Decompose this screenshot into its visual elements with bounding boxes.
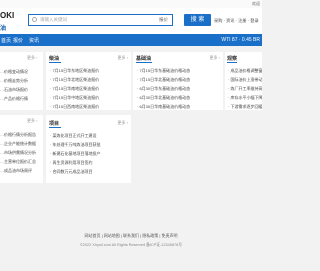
- logo-subtext: 油: [0, 26, 7, 32]
- nav-item-home[interactable]: 首页: [1, 37, 11, 44]
- list-item[interactable]: …主营单位报价汇总: [0, 159, 42, 165]
- logo-text[interactable]: OKI: [0, 11, 14, 20]
- list-item[interactable]: · 6月30日华南基础油价格动态: [137, 104, 222, 110]
- top-strip: 欢迎: [0, 0, 262, 8]
- list-item[interactable]: · 7月15日华北基础油价格动态: [137, 77, 222, 83]
- title-underline: [136, 62, 152, 63]
- title-underline: [49, 62, 61, 63]
- title-underline: [227, 62, 237, 63]
- nav-item-price[interactable]: 报价: [13, 37, 23, 44]
- list-item[interactable]: · 国际油价上涨带动市场情绪: [228, 77, 262, 83]
- panel-projects: 项目 更多 › · 某炼化项目正式开工建设 · 年处理千万吨炼油项目获批 · 新…: [46, 115, 131, 183]
- list-item[interactable]: · 成品油价格调整窗口开启: [228, 68, 262, 74]
- list-item[interactable]: · 下游需求逐步回暖: [228, 104, 262, 110]
- title-underline: [49, 127, 61, 128]
- more-link[interactable]: 更多 ›: [118, 55, 128, 61]
- panel-observation: 观察 · 成品油价格调整窗口开启 · 国际油价上涨带动市场情绪 · 炼厂开工率维…: [225, 52, 262, 110]
- list-item[interactable]: …成品油市场周评: [0, 168, 42, 174]
- list-item[interactable]: · 库存水平小幅下降: [228, 95, 262, 101]
- panel-left-top: 更多 › …价格变动情况 …价格走势分析 …石油市场报价 …产品价格行情: [0, 52, 43, 110]
- nav-oil-ticker: WTI 87 · 0.45 BR: [221, 37, 260, 43]
- list-item[interactable]: · 7月15日华南地区柴油报价: [50, 86, 130, 92]
- list-item[interactable]: · 炼厂开工率维持高位运行: [228, 86, 262, 92]
- list-item[interactable]: · 新建石化基地项目落地投产: [50, 151, 130, 157]
- search-input[interactable]: 请输入关键词 报价: [28, 14, 173, 26]
- more-link[interactable]: 更多 ›: [210, 55, 220, 61]
- list-item[interactable]: …企业产能统计数据: [0, 141, 42, 147]
- header-links[interactable]: 采购 · 资讯 · 注册 · 登录: [214, 18, 259, 24]
- search-icon: [32, 17, 37, 22]
- list-item[interactable]: …价格走势分析: [0, 78, 42, 84]
- panel-title: 项目: [49, 121, 60, 127]
- list-item[interactable]: …产品价格行情: [0, 96, 42, 102]
- more-link[interactable]: 更多 ›: [27, 55, 37, 61]
- list-item[interactable]: · 7月15日华东地区柴油报价: [50, 68, 130, 74]
- list-item[interactable]: · 7月15日华中地区柴油报价: [50, 95, 130, 101]
- panel-left-bottom: 更多 › …价格行情分析报告 …企业产能统计数据 …市场供需情况分析 …主营单位…: [0, 115, 43, 183]
- list-item[interactable]: · 7月15日华东基础油价格动态: [137, 68, 222, 74]
- list-item[interactable]: …石油市场报价: [0, 87, 42, 93]
- panel-diesel: 柴油 更多 › · 7月15日华东地区柴油报价 · 7月15日华北地区柴油报价 …: [46, 52, 131, 110]
- list-item[interactable]: · 再生资源利用项目签约: [50, 160, 130, 166]
- top-strip-text[interactable]: 欢迎: [252, 1, 260, 7]
- search-button[interactable]: 搜 索: [184, 14, 211, 26]
- footer-copyright: ©2022 Xhyoil.com All Rights Reserved 备IC…: [80, 243, 182, 247]
- panel-title: 观察: [227, 56, 238, 62]
- list-item[interactable]: …价格变动情况: [0, 69, 42, 75]
- header: OKI 油 请输入关键词 报价 搜 索 采购 · 资讯 · 注册 · 登录: [0, 8, 262, 34]
- panel-title: 基础油: [136, 56, 152, 62]
- panel-title: 柴油: [49, 56, 60, 62]
- list-item[interactable]: · 年处理千万吨炼油项目获批: [50, 142, 130, 148]
- list-item[interactable]: · 合同数万元成品油项目: [50, 169, 130, 175]
- list-item[interactable]: · 某炼化项目正式开工建设: [50, 133, 130, 139]
- list-item[interactable]: …价格行情分析报告: [0, 132, 42, 138]
- more-link[interactable]: 更多 ›: [27, 118, 37, 124]
- more-link[interactable]: 更多 ›: [118, 120, 128, 126]
- list-item[interactable]: · 7月15日西南地区柴油报价: [50, 104, 130, 110]
- search-placeholder: 请输入关键词: [40, 17, 67, 22]
- nav-item-news[interactable]: 资讯: [29, 37, 39, 44]
- list-item[interactable]: · 6月30日华东基础油价格动态: [137, 86, 222, 92]
- search-scope-select[interactable]: 报价: [159, 17, 168, 23]
- main-nav: 首页 报价 资讯 WTI 87 · 0.45 BR: [0, 34, 262, 46]
- list-item[interactable]: · 7月15日华北地区柴油报价: [50, 77, 130, 83]
- list-item[interactable]: · 6月30日华北基础油价格动态: [137, 95, 222, 101]
- footer-links[interactable]: 网站首页 | 网站地图 | 联系我们 | 隐私政策 | 免责声明: [0, 233, 262, 239]
- list-item[interactable]: …市场供需情况分析: [0, 150, 42, 156]
- panel-base-oil: 基础油 更多 › · 7月15日华东基础油价格动态 · 7月15日华北基础油价格…: [133, 52, 223, 110]
